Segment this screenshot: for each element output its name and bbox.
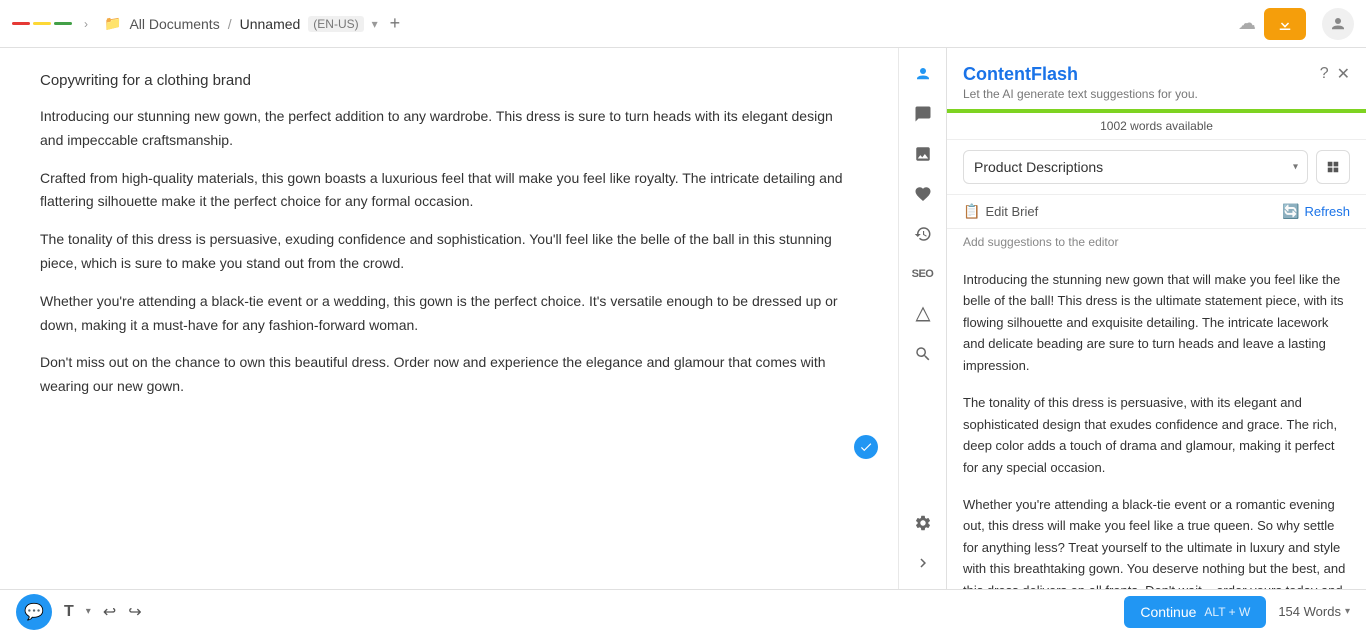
cf-header: ContentFlash Let the AI generate text su…	[947, 48, 1366, 109]
sidebar-icon-chat[interactable]	[905, 96, 941, 132]
edit-brief-icon: 📋	[963, 203, 980, 220]
sidebar-icon-settings[interactable]	[905, 505, 941, 541]
editor-paragraph-1: Introducing our stunning new gown, the p…	[40, 105, 858, 153]
document-name[interactable]: Unnamed	[240, 16, 301, 32]
format-chevron-icon[interactable]: ▾	[86, 606, 91, 617]
breadcrumb-separator: /	[228, 16, 232, 32]
cf-grid-view-button[interactable]	[1316, 150, 1350, 184]
sidebar-icon-shapes[interactable]	[905, 296, 941, 332]
editor-area[interactable]: Copywriting for a clothing brand Introdu…	[0, 48, 898, 589]
editor-paragraph-2: Crafted from high-quality materials, thi…	[40, 167, 858, 215]
download-icon	[1276, 15, 1294, 33]
sidebar-icon-expand[interactable]	[905, 545, 941, 581]
edit-brief-label: Edit Brief	[985, 204, 1038, 219]
grid-icon	[1326, 160, 1340, 174]
logo-line-red	[12, 22, 30, 25]
format-text-button[interactable]: T	[64, 603, 74, 621]
document-language: (EN-US)	[308, 16, 363, 32]
cf-suggestions: Introducing the stunning new gown that w…	[947, 257, 1366, 589]
cf-suggestion-2: The tonality of this dress is persuasive…	[963, 392, 1350, 478]
language-chevron[interactable]: ▾	[372, 17, 378, 31]
logo-line-yellow	[33, 22, 51, 25]
folder-icon: 📁	[104, 15, 121, 32]
contentflash-panel: ContentFlash Let the AI generate text su…	[946, 48, 1366, 589]
check-icon	[859, 440, 873, 454]
sidebar-icon-history[interactable]	[905, 216, 941, 252]
cf-header-icons: ? ✕	[1320, 64, 1350, 84]
refresh-label: Refresh	[1304, 204, 1350, 219]
add-tab-button[interactable]: +	[390, 13, 401, 34]
editor-paragraph-4: Whether you're attending a black-tie eve…	[40, 290, 858, 338]
logo	[12, 22, 72, 25]
cf-title: ContentFlash	[963, 64, 1320, 85]
ai-icon[interactable]	[1322, 8, 1354, 40]
main-layout: Copywriting for a clothing brand Introdu…	[0, 48, 1366, 589]
cf-subtitle: Let the AI generate text suggestions for…	[963, 87, 1320, 101]
sidebar-icon-image[interactable]	[905, 136, 941, 172]
cf-suggestion-1: Introducing the stunning new gown that w…	[963, 269, 1350, 376]
word-count-chevron-icon: ▾	[1345, 606, 1350, 617]
cf-words-available: 1002 words available	[947, 113, 1366, 140]
continue-label: Continue	[1140, 604, 1196, 620]
redo-button[interactable]: ↪	[128, 602, 141, 622]
completion-badge	[854, 435, 878, 459]
topbar: › 📁 All Documents / Unnamed (EN-US) ▾ + …	[0, 0, 1366, 48]
bottom-bar: 💬 T ▾ ↩ ↪ Continue ALT + W 154 Words ▾	[0, 589, 1366, 633]
editor-paragraph-5: Don't miss out on the chance to own this…	[40, 351, 858, 399]
breadcrumb: 📁 All Documents / Unnamed (EN-US) ▾ +	[104, 13, 400, 34]
continue-button[interactable]: Continue ALT + W	[1124, 596, 1266, 628]
logo-arrow[interactable]: ›	[84, 17, 88, 31]
refresh-icon: 🔄	[1282, 203, 1299, 220]
word-count[interactable]: 154 Words ▾	[1278, 604, 1350, 619]
editor-title: Copywriting for a clothing brand	[40, 72, 858, 89]
chat-icon: 💬	[24, 602, 44, 622]
cf-title-area: ContentFlash Let the AI generate text su…	[963, 64, 1320, 101]
edit-brief-button[interactable]: 📋 Edit Brief	[963, 203, 1038, 220]
ai-robot-icon	[1329, 15, 1347, 33]
sidebar-icon-search[interactable]	[905, 336, 941, 372]
cloud-sync-icon[interactable]: ☁	[1238, 13, 1256, 34]
cf-controls: Product Descriptions Blog Post Social Me…	[947, 140, 1366, 195]
cf-hint: Add suggestions to the editor	[947, 229, 1366, 257]
sidebar-icon-favorites[interactable]	[905, 176, 941, 212]
word-count-value: 154 Words	[1278, 604, 1341, 619]
chat-button[interactable]: 💬	[16, 594, 52, 630]
undo-button[interactable]: ↩	[103, 602, 116, 622]
cf-select-wrapper: Product Descriptions Blog Post Social Me…	[963, 150, 1308, 184]
download-button[interactable]	[1264, 8, 1306, 40]
all-documents-link[interactable]: All Documents	[129, 16, 219, 32]
cf-template-select[interactable]: Product Descriptions Blog Post Social Me…	[963, 150, 1308, 184]
cf-close-icon[interactable]: ✕	[1337, 64, 1350, 84]
cf-help-icon[interactable]: ?	[1320, 65, 1329, 83]
refresh-button[interactable]: 🔄 Refresh	[1282, 203, 1350, 220]
right-sidebar: SEO	[898, 48, 946, 589]
cf-actions: 📋 Edit Brief 🔄 Refresh	[947, 195, 1366, 229]
logo-line-green	[54, 22, 72, 25]
sidebar-icon-seo[interactable]: SEO	[905, 256, 941, 292]
editor-paragraph-3: The tonality of this dress is persuasive…	[40, 228, 858, 276]
sidebar-icon-ai[interactable]	[905, 56, 941, 92]
continue-shortcut: ALT + W	[1204, 605, 1250, 619]
cf-suggestion-3: Whether you're attending a black-tie eve…	[963, 494, 1350, 589]
